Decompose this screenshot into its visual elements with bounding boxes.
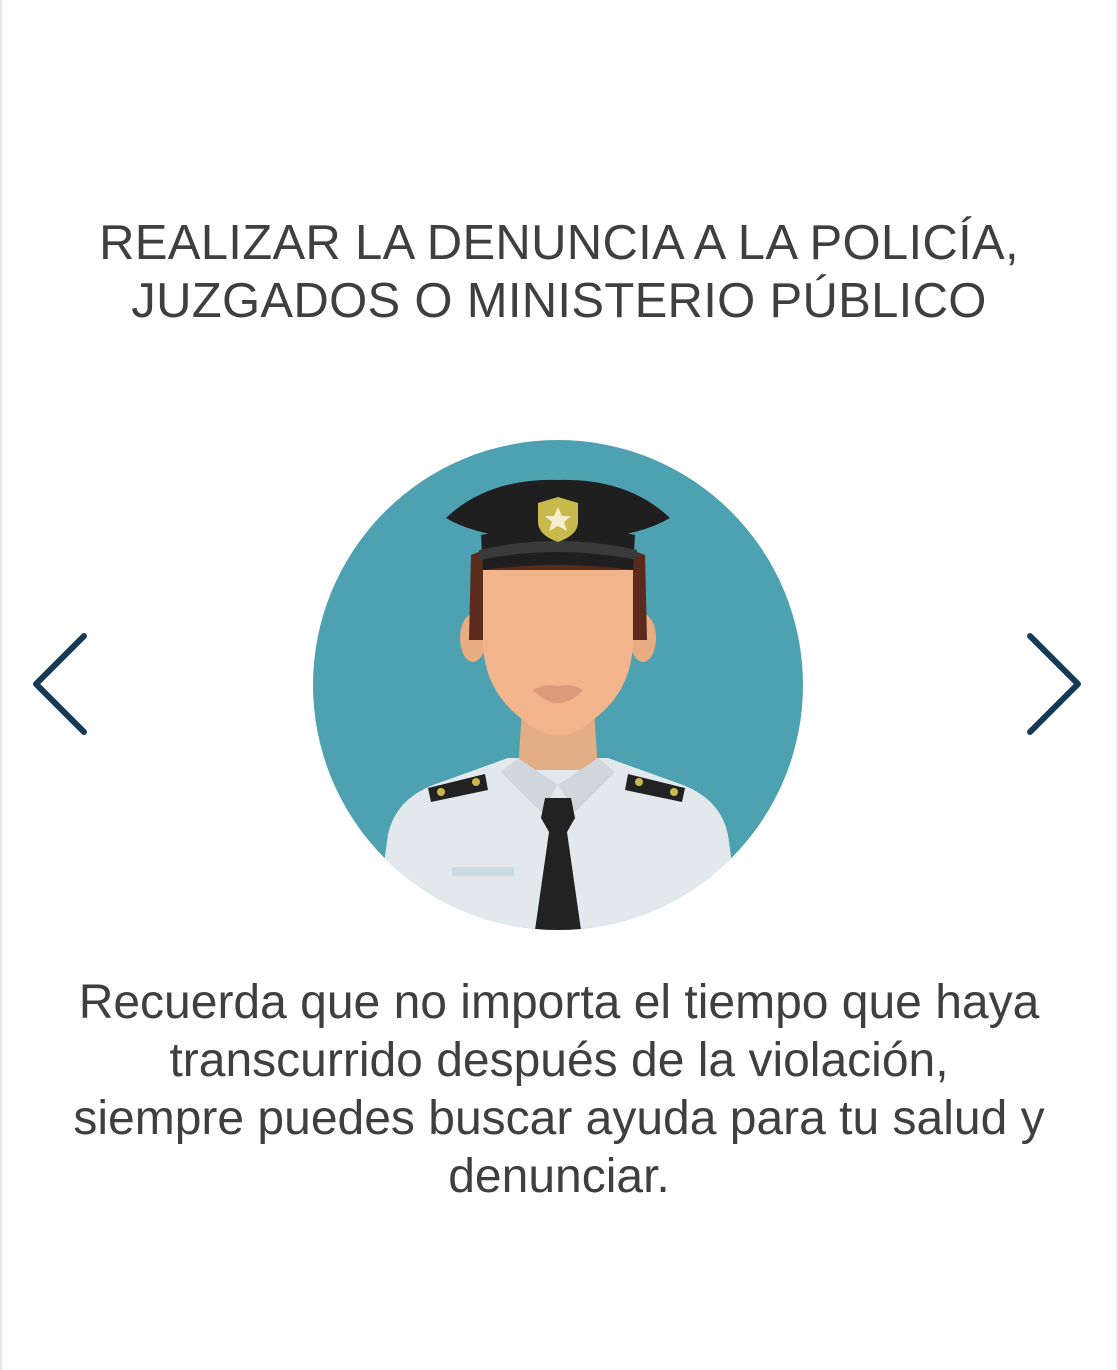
frame-edge-left (0, 0, 2, 1370)
page-title: REALIZAR LA DENUNCIA A LA POLICÍA, JUZGA… (40, 214, 1078, 330)
epaulette-right-button-2 (670, 788, 678, 796)
page-title-line-1: REALIZAR LA DENUNCIA A LA POLICÍA, (99, 216, 1019, 270)
reminder-message: Recuerda que no importa el tiempo que ha… (20, 974, 1098, 1206)
reminder-message-line-4: denunciar. (448, 1150, 670, 1203)
previous-slide-button[interactable] (22, 628, 92, 740)
reminder-message-line-2: transcurrido después de la violación, (169, 1034, 949, 1087)
reminder-message-line-3: siempre puedes buscar ayuda para tu salu… (73, 1092, 1045, 1145)
epaulette-right-button-1 (635, 778, 643, 786)
epaulette-left-button-1 (437, 788, 445, 796)
next-slide-button[interactable] (1020, 628, 1090, 740)
chevron-left-icon (33, 633, 87, 735)
chevron-right-icon (1027, 633, 1081, 735)
pocket-line (452, 867, 514, 876)
reminder-message-line-1: Recuerda que no importa el tiempo que ha… (78, 976, 1040, 1029)
police-officer-illustration (313, 440, 803, 930)
police-officer-icon (313, 440, 803, 930)
page-title-line-2: JUZGADOS O MINISTERIO PÚBLICO (131, 274, 987, 328)
epaulette-left-button-2 (472, 778, 480, 786)
